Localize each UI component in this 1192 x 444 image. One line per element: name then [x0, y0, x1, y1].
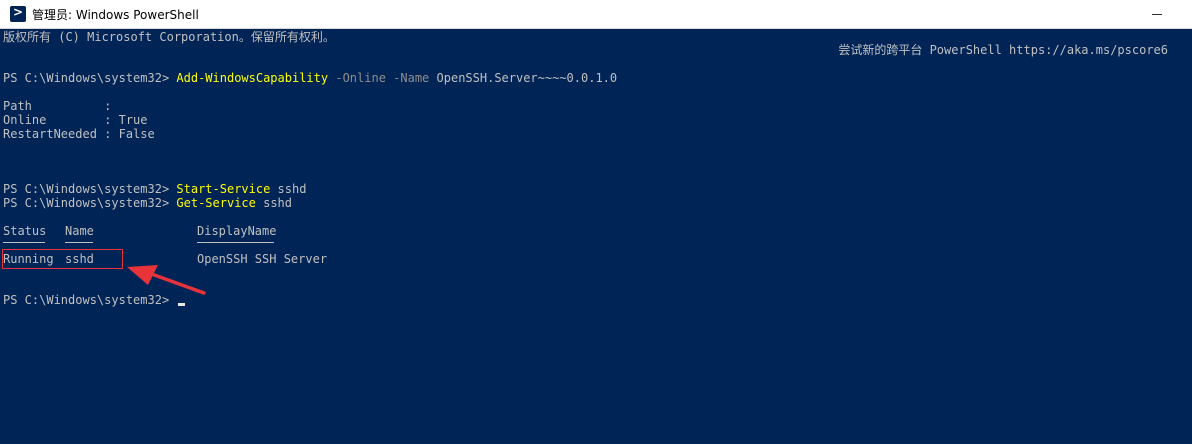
window-title: 管理员: Windows PowerShell — [32, 7, 199, 22]
console-area[interactable]: 版权所有 (C) Microsoft Corporation。保留所有权利。 尝… — [0, 29, 1192, 444]
powershell-icon: > — [10, 5, 26, 22]
minimize-button[interactable] — [1150, 7, 1164, 21]
title-bar[interactable]: > 管理员: Windows PowerShell — [0, 0, 1192, 29]
powershell-window: > 管理员: Windows PowerShell 版权所有 (C) Micro… — [0, 0, 1192, 444]
annotation-arrow-icon — [127, 265, 206, 295]
